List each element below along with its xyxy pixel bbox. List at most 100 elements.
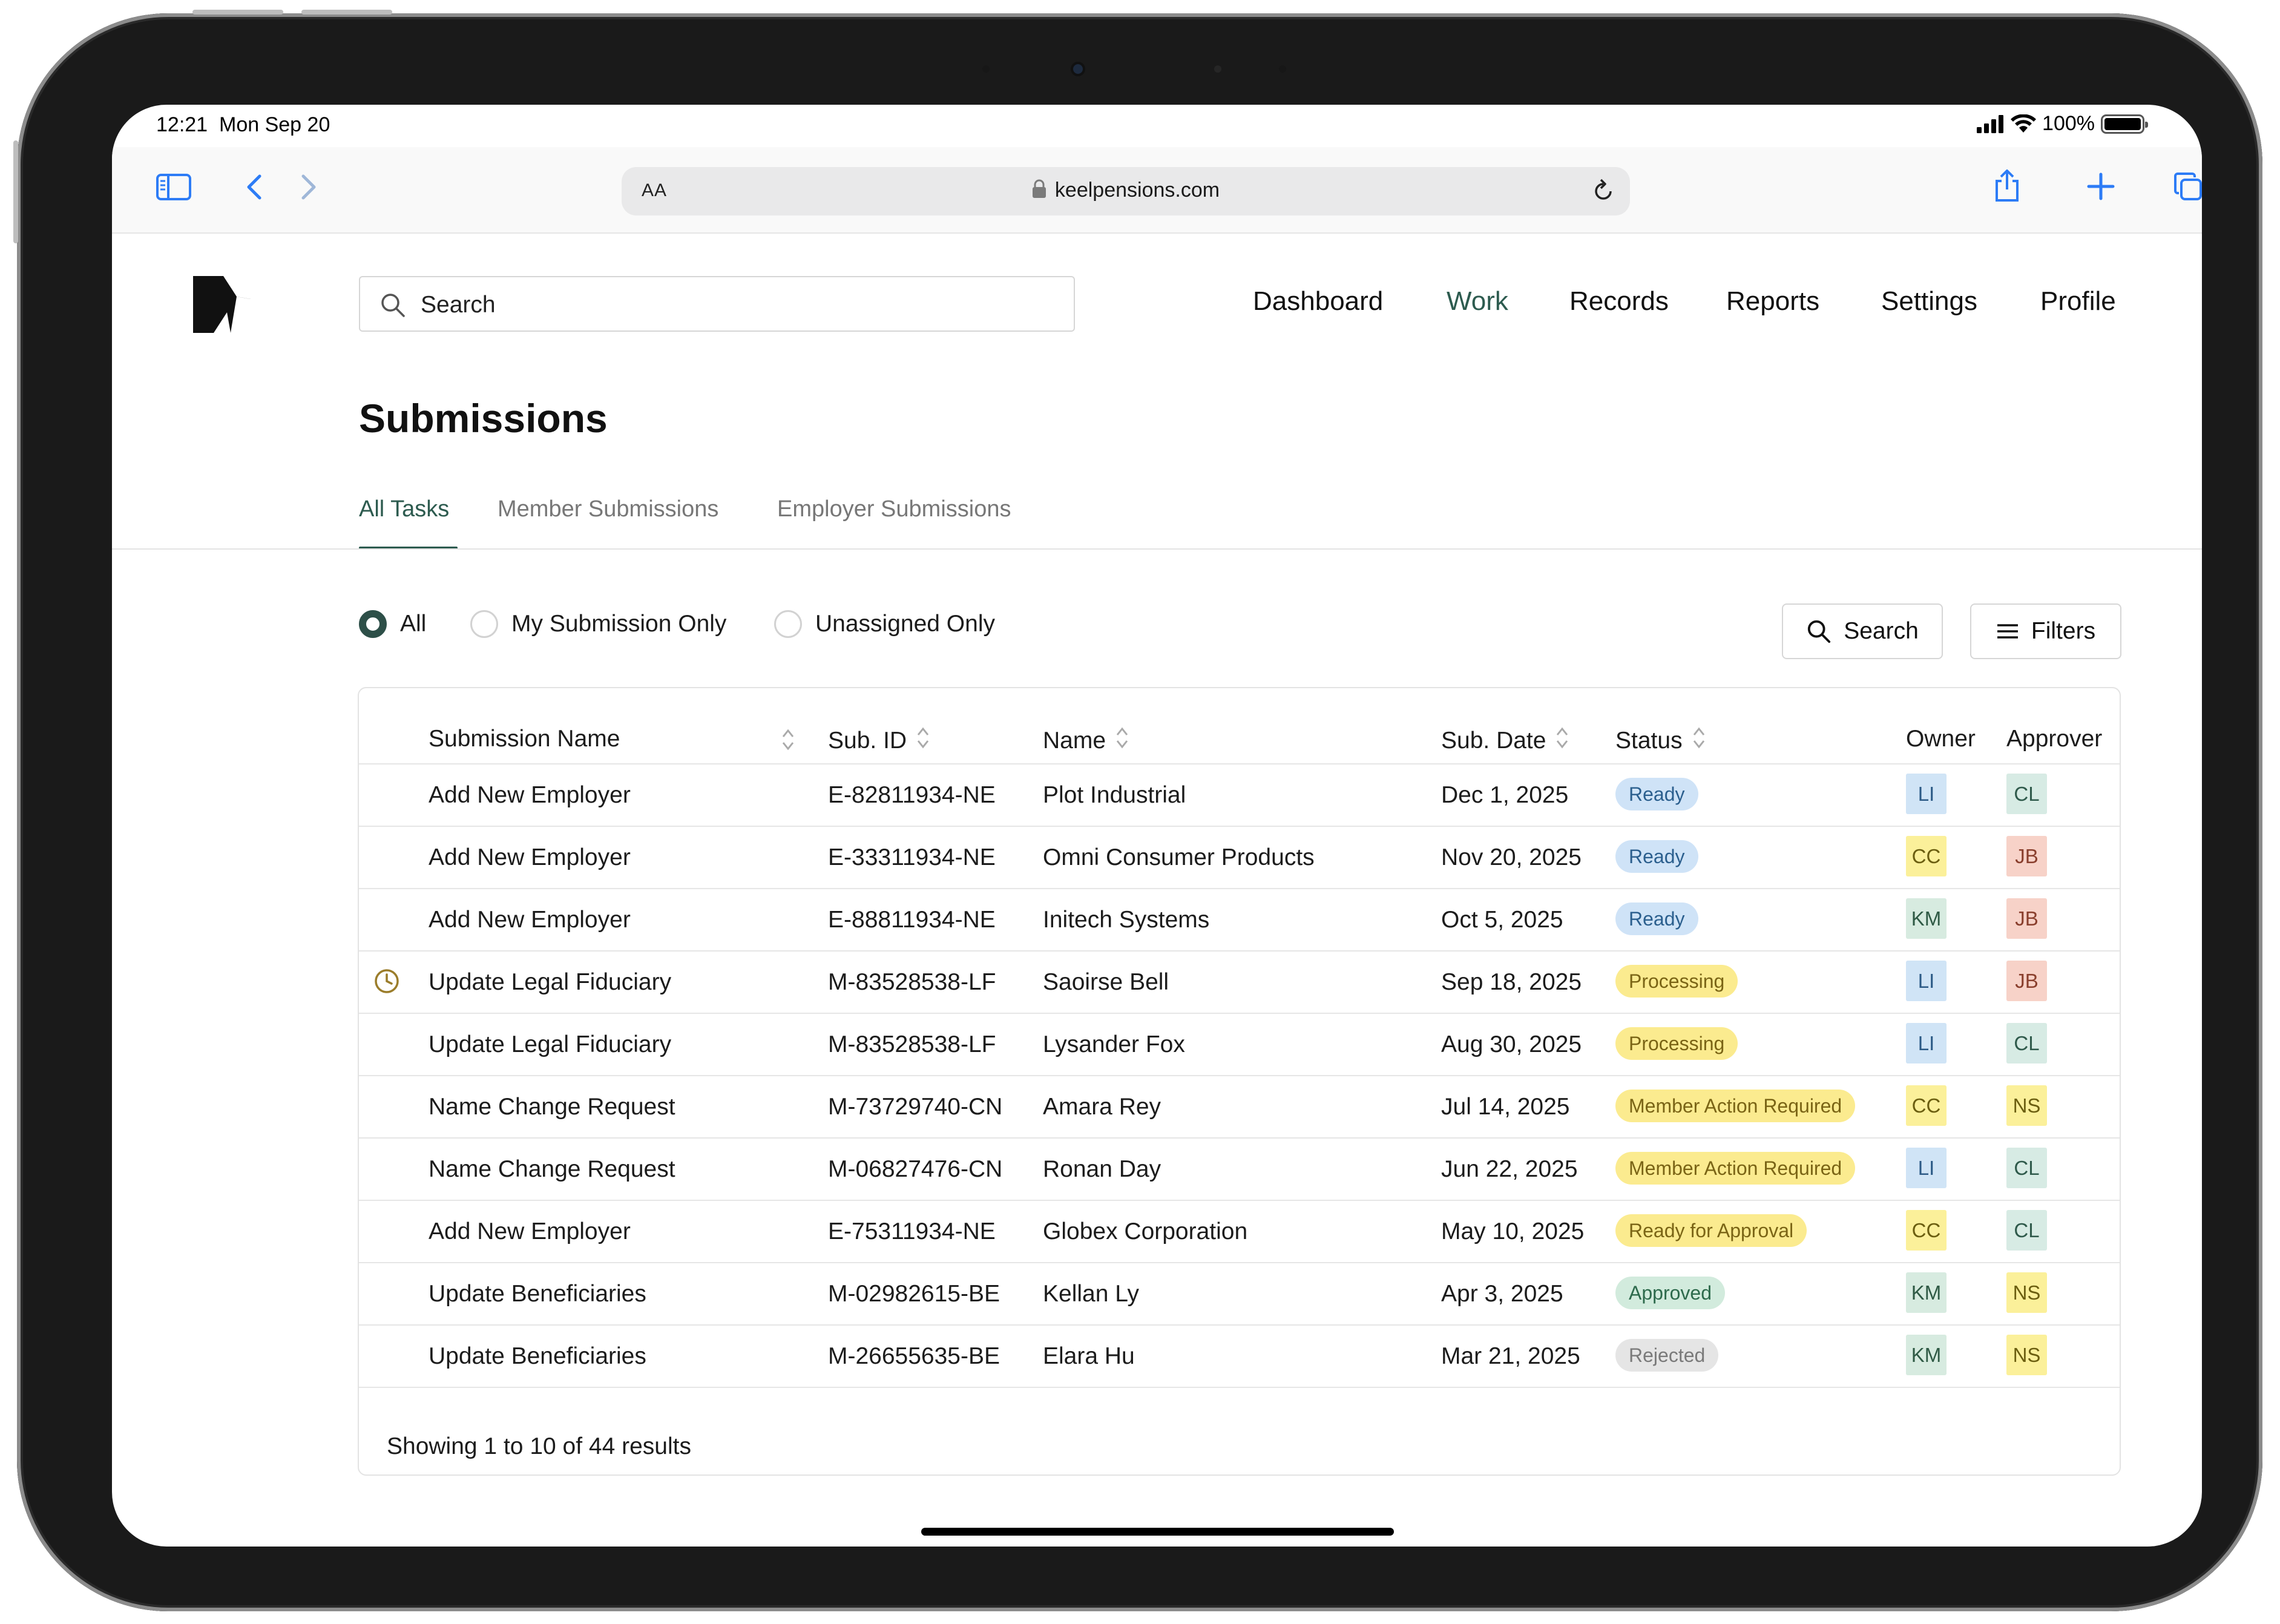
nav-settings[interactable]: Settings [1881,286,1977,317]
col-name[interactable]: Name [1043,726,1129,756]
radio-all[interactable]: All [359,610,426,638]
tabs-overview-icon[interactable] [2173,171,2202,202]
cell-submission-name: Add New Employer [429,1218,631,1244]
owner-avatar[interactable]: LI [1906,961,1947,1001]
sensor [1279,65,1286,73]
approver-avatar[interactable]: NS [2006,1085,2047,1126]
cell-submission-name: Update Legal Fiduciary [429,1031,672,1057]
owner-avatar[interactable]: LI [1906,1148,1947,1188]
approver-avatar[interactable]: JB [2006,898,2047,939]
sort-icon[interactable] [1556,726,1569,756]
table-row[interactable]: Add New Employer E-33311934-NE Omni Consum… [359,826,2120,888]
cell-sub-id: M-83528538-LF [828,1031,996,1057]
cell-submission-name: Add New Employer [429,907,631,933]
back-icon[interactable] [245,174,263,200]
table-row[interactable]: Update Beneficiaries M-02982615-BE Kellan … [359,1262,2120,1324]
screenshot-stage: 12:21 Mon Sep 20 100% AA keelpensions.co… [0,0,2280,1624]
radio-label: All [400,611,427,637]
screen: 12:21 Mon Sep 20 100% AA keelpensions.co… [112,105,2202,1547]
table-row[interactable]: Add New Employer E-75311934-NE Globex Corp… [359,1200,2120,1262]
table-row[interactable]: Name Change Request M-73729740-CN Amara Re… [359,1075,2120,1137]
status-clock: 12:21 [156,113,208,136]
menu-lines-icon [1997,624,2018,639]
radio-my-submission-only[interactable]: My Submission Only [470,610,726,638]
cell-sub-date: Apr 3, 2025 [1441,1281,1563,1307]
radio-label: My Submission Only [511,611,727,637]
owner-avatar[interactable]: LI [1906,774,1947,814]
search-placeholder: Search [421,292,496,318]
global-search-input[interactable]: Search [359,276,1075,332]
top-button [301,10,392,15]
nav-dashboard[interactable]: Dashboard [1253,286,1383,317]
forward-icon[interactable] [300,174,318,200]
approver-avatar[interactable]: NS [2006,1272,2047,1313]
radio-unassigned-only[interactable]: Unassigned Only [774,610,995,638]
cell-sub-id: E-33311934-NE [828,844,996,870]
approver-avatar[interactable]: JB [2006,836,2047,876]
sidebar-icon[interactable] [156,174,191,200]
cell-sub-date: Sep 18, 2025 [1441,969,1582,995]
table-row[interactable]: Add New Employer E-88811934-NE Initech Sys… [359,888,2120,950]
cell-submission-name: Update Beneficiaries [429,1343,646,1369]
col-owner: Owner [1906,726,1976,752]
col-sub-id[interactable]: Sub. ID [828,726,930,756]
nav-reports[interactable]: Reports [1726,286,1819,317]
cell-sub-date: May 10, 2025 [1441,1218,1585,1244]
cell-sub-date: Jul 14, 2025 [1441,1094,1570,1120]
approver-avatar[interactable]: CL [2006,1148,2047,1188]
cell-submission-name: Name Change Request [429,1156,675,1182]
tab-employer-submissions[interactable]: Employer Submissions [777,496,1011,522]
approver-avatar[interactable]: CL [2006,774,2047,814]
owner-avatar[interactable]: KM [1906,1335,1947,1375]
cell-name: Plot Industrial [1043,782,1186,808]
new-tab-icon[interactable] [2087,173,2115,200]
cell-sub-id: E-88811934-NE [828,907,996,933]
results-summary: Showing 1 to 10 of 44 results [387,1433,691,1459]
owner-avatar[interactable]: CC [1906,1210,1947,1251]
col-submission-name[interactable]: Submission Name [429,726,620,752]
share-icon[interactable] [1993,169,2021,203]
nav-records[interactable]: Records [1569,286,1669,317]
table-row[interactable]: Update Legal Fiduciary M-83528538-LF Saoir… [359,950,2120,1013]
nav-profile[interactable]: Profile [2040,286,2116,317]
col-sub-date[interactable]: Sub. Date [1441,726,1569,756]
sort-icon[interactable] [781,728,795,755]
table-search-button[interactable]: Search [1782,603,1943,659]
owner-avatar[interactable]: CC [1906,836,1947,876]
address-bar[interactable]: AA keelpensions.com [622,167,1630,215]
tab-all-tasks[interactable]: All Tasks [359,496,449,522]
tab-member-submissions[interactable]: Member Submissions [498,496,718,522]
reload-icon[interactable] [1592,178,1614,205]
column-label: Owner [1906,726,1976,752]
table-row[interactable]: Update Legal Fiduciary M-83528538-LF Lysan… [359,1013,2120,1075]
owner-avatar[interactable]: CC [1906,1085,1947,1126]
column-label: Status [1615,728,1683,754]
cell-name: Saoirse Bell [1043,969,1169,995]
cell-sub-id: E-75311934-NE [828,1218,996,1244]
table-row[interactable]: Name Change Request M-06827476-CN Ronan Da… [359,1137,2120,1200]
approver-avatar[interactable]: JB [2006,961,2047,1001]
table-row[interactable]: Add New Employer E-82811934-NE Plot Indust… [359,763,2120,826]
clock-icon [373,968,400,998]
sensor [1214,65,1221,73]
status-date: Mon Sep 20 [219,113,330,136]
sort-icon[interactable] [916,726,930,756]
cell-submission-name: Name Change Request [429,1094,675,1120]
sort-icon[interactable] [1115,726,1129,756]
nav-work[interactable]: Work [1447,286,1508,317]
sort-icon[interactable] [1692,726,1706,756]
filters-button[interactable]: Filters [1970,603,2121,659]
url-display[interactable]: keelpensions.com [622,179,1630,202]
col-status[interactable]: Status [1615,726,1706,756]
approver-avatar[interactable]: CL [2006,1210,2047,1251]
approver-avatar[interactable]: CL [2006,1023,2047,1063]
radio-label: Unassigned Only [815,611,995,637]
keel-logo[interactable] [193,276,251,333]
owner-avatar[interactable]: KM [1906,1272,1947,1313]
cell-name: Ronan Day [1043,1156,1161,1182]
approver-avatar[interactable]: NS [2006,1335,2047,1375]
owner-avatar[interactable]: LI [1906,1023,1947,1063]
table-row[interactable]: Update Beneficiaries M-26655635-BE Elara H… [359,1324,2120,1387]
wifi-icon [2011,114,2037,133]
owner-avatar[interactable]: KM [1906,898,1947,939]
